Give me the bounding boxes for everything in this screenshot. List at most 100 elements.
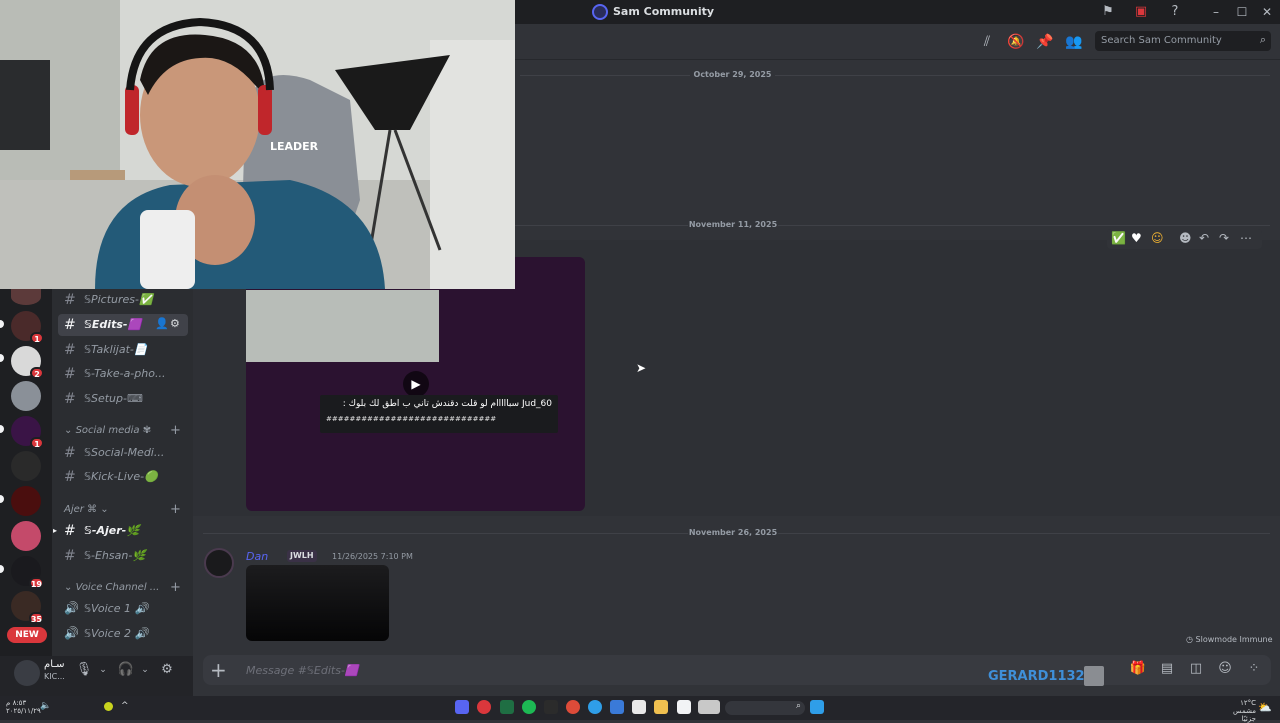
server-icon[interactable]: 19 [11, 556, 44, 589]
caption-line2: ############################# [326, 415, 497, 423]
taskbar-search[interactable]: ⌕ [725, 701, 805, 715]
flag-icon[interactable]: ⚑ [1100, 4, 1116, 20]
caption-text: سبااااام لو قلت دقندش تاني ب اطق لك بلوك… [342, 399, 520, 409]
search-input[interactable]: Search Sam Community ⌕ [1095, 31, 1271, 51]
server-icon[interactable] [11, 486, 41, 516]
message-composer[interactable] [203, 655, 1271, 685]
divider-line [520, 75, 690, 76]
spotify-icon[interactable] [522, 700, 536, 714]
mouse-cursor: ➤ [636, 361, 647, 375]
category-voice-channel[interactable]: ⌄ Voice Channel ... + [64, 580, 184, 596]
server-icon[interactable]: 2 [11, 346, 44, 379]
taskbar-clock[interactable]: ٨:٥٣ م ٢٠٢٥/١١/٢٩ [6, 699, 41, 715]
help-icon[interactable]: ? [1167, 4, 1183, 20]
server-icon[interactable] [11, 521, 41, 551]
edge-icon[interactable] [588, 700, 602, 714]
reaction-check-icon[interactable]: ✅ [1111, 231, 1126, 245]
gear-icon[interactable]: ⚙ [157, 662, 177, 680]
username[interactable]: سـام [44, 659, 65, 670]
more-options-icon[interactable]: ⋯ [1240, 231, 1252, 245]
gear-icon[interactable]: ⚙ [170, 317, 180, 330]
message-input-placeholder[interactable]: Message #𝕊Edits-🟪 [246, 664, 359, 677]
chrome-icon[interactable] [566, 700, 580, 714]
server-icon[interactable]: 1 [11, 416, 44, 449]
screen-share-icon[interactable]: ▣ [1133, 4, 1149, 20]
gift-icon[interactable]: 🎁 [1129, 661, 1147, 679]
weather-icon[interactable]: ⛅ [1258, 701, 1272, 714]
add-reaction-icon[interactable]: ☻ [1179, 231, 1192, 245]
server-icon[interactable]: 35 [11, 591, 44, 624]
webcam-feed: LEADER [0, 0, 515, 289]
invite-icon[interactable]: 👤 [155, 317, 169, 330]
member-list-icon[interactable]: 👥 [1065, 33, 1083, 51]
chevron-down-icon[interactable]: ⌄ [93, 665, 113, 683]
tray-app-icon[interactable] [104, 702, 113, 711]
channel-social-media[interactable]: # 𝕊Social-Medi... [58, 442, 188, 464]
chevron-down-icon[interactable]: ⌄ [135, 665, 155, 683]
server-icon[interactable] [11, 451, 41, 481]
add-channel-icon: + [170, 423, 181, 438]
add-channel-icon: + [170, 580, 181, 595]
taskbar-app-icon[interactable] [698, 700, 720, 714]
category-social-media[interactable]: ⌄ Social media ✾ + [64, 423, 184, 439]
apps-icon[interactable]: ⁘ [1245, 661, 1263, 679]
divider-line [775, 75, 1270, 76]
store-icon[interactable] [632, 700, 646, 714]
taskbar-app-icon[interactable] [544, 700, 558, 714]
chevron-up-icon[interactable]: ^ [121, 701, 129, 711]
search-placeholder: Search Sam Community [1101, 35, 1222, 46]
attach-plus-icon[interactable]: + [210, 658, 227, 682]
play-icon[interactable]: ▶ [403, 371, 429, 397]
category-ajer[interactable]: Ajer ⌘ ⌄ + [64, 502, 184, 518]
speaker-icon: 🔊 [64, 626, 79, 640]
new-badge[interactable]: NEW [7, 627, 47, 643]
guild-tag-badge[interactable]: JWLH [287, 550, 317, 562]
minimize-button[interactable]: – [1206, 3, 1226, 21]
server-icon[interactable] [11, 381, 41, 411]
headphones-icon[interactable]: 🎧 [116, 662, 136, 680]
forward-icon[interactable]: ↷ [1219, 231, 1229, 245]
message-author[interactable]: Dan [246, 550, 268, 563]
window-title: Sam Community [613, 5, 715, 18]
server-icon[interactable]: 1 [11, 311, 44, 344]
reaction-heart-icon[interactable]: ♥ [1131, 231, 1142, 245]
windows-start-icon[interactable] [810, 700, 824, 714]
message-timestamp: 11/26/2025 7:10 PM [332, 552, 413, 561]
channel-taklijat[interactable]: # 𝕊Taklijat-📄 [58, 339, 188, 361]
notifications-muted-icon[interactable]: 🔕 [1007, 33, 1025, 51]
channel-take-a-photo[interactable]: # 𝕊-Take-a-pho... [58, 363, 188, 385]
pin-icon[interactable]: 📌 [1036, 33, 1054, 51]
channel-kick-live[interactable]: # 𝕊Kick-Live-🟢 [58, 466, 188, 488]
channel-voice-1[interactable]: 🔊 𝕊Voice 1 🔊 [58, 598, 188, 620]
slowmode-indicator: ◷ Slowmode Immune [1186, 635, 1273, 644]
taskbar-app-icon[interactable] [477, 700, 491, 714]
avatar[interactable] [14, 660, 40, 686]
close-button[interactable]: ✕ [1257, 3, 1277, 21]
file-explorer-icon[interactable] [654, 700, 668, 714]
channel-ajer[interactable]: # 𝕊-Ajer-🌿 [58, 520, 188, 542]
maximize-button[interactable]: ☐ [1232, 3, 1252, 21]
server-icon[interactable] [11, 289, 41, 305]
taskbar-app-icon[interactable] [500, 700, 514, 714]
gif-icon[interactable]: ▤ [1158, 661, 1176, 679]
emoji-icon[interactable]: ☺ [1216, 661, 1234, 679]
channel-edits[interactable]: # 𝕊Edits-🟪 👤 ⚙ [58, 314, 188, 336]
avatar[interactable] [204, 548, 234, 578]
server-logo-icon [592, 4, 608, 20]
weather-widget[interactable]: ١٢°C مشمس جزئيًا [1224, 699, 1256, 723]
image-attachment[interactable] [246, 565, 389, 641]
taskbar-app-icon[interactable] [610, 700, 624, 714]
channel-pictures[interactable]: # 𝕊Pictures-✅ [58, 289, 188, 311]
taskbar-app-icon[interactable] [677, 700, 691, 714]
microphone-icon[interactable]: 🎙 [74, 662, 94, 680]
sticker-icon[interactable]: ◫ [1187, 661, 1205, 679]
channel-voice-2[interactable]: 🔊 𝕊Voice 2 🔊 [58, 623, 188, 645]
threads-icon[interactable]: ⫽ [978, 33, 996, 51]
channel-ehsan[interactable]: # 𝕊-Ehsan-🌿 [58, 545, 188, 567]
volume-icon[interactable]: 🔈 [40, 701, 51, 711]
video-attachment[interactable]: ▶ Jud_60 سبااااام لو قلت دقندش تاني ب اط… [246, 257, 585, 511]
reply-icon[interactable]: ↶ [1199, 231, 1209, 245]
reaction-emoji-icon[interactable]: ☺ [1151, 231, 1164, 245]
discord-taskbar-icon[interactable] [455, 700, 469, 714]
channel-setup[interactable]: # 𝕊Setup-⌨ [58, 388, 188, 410]
